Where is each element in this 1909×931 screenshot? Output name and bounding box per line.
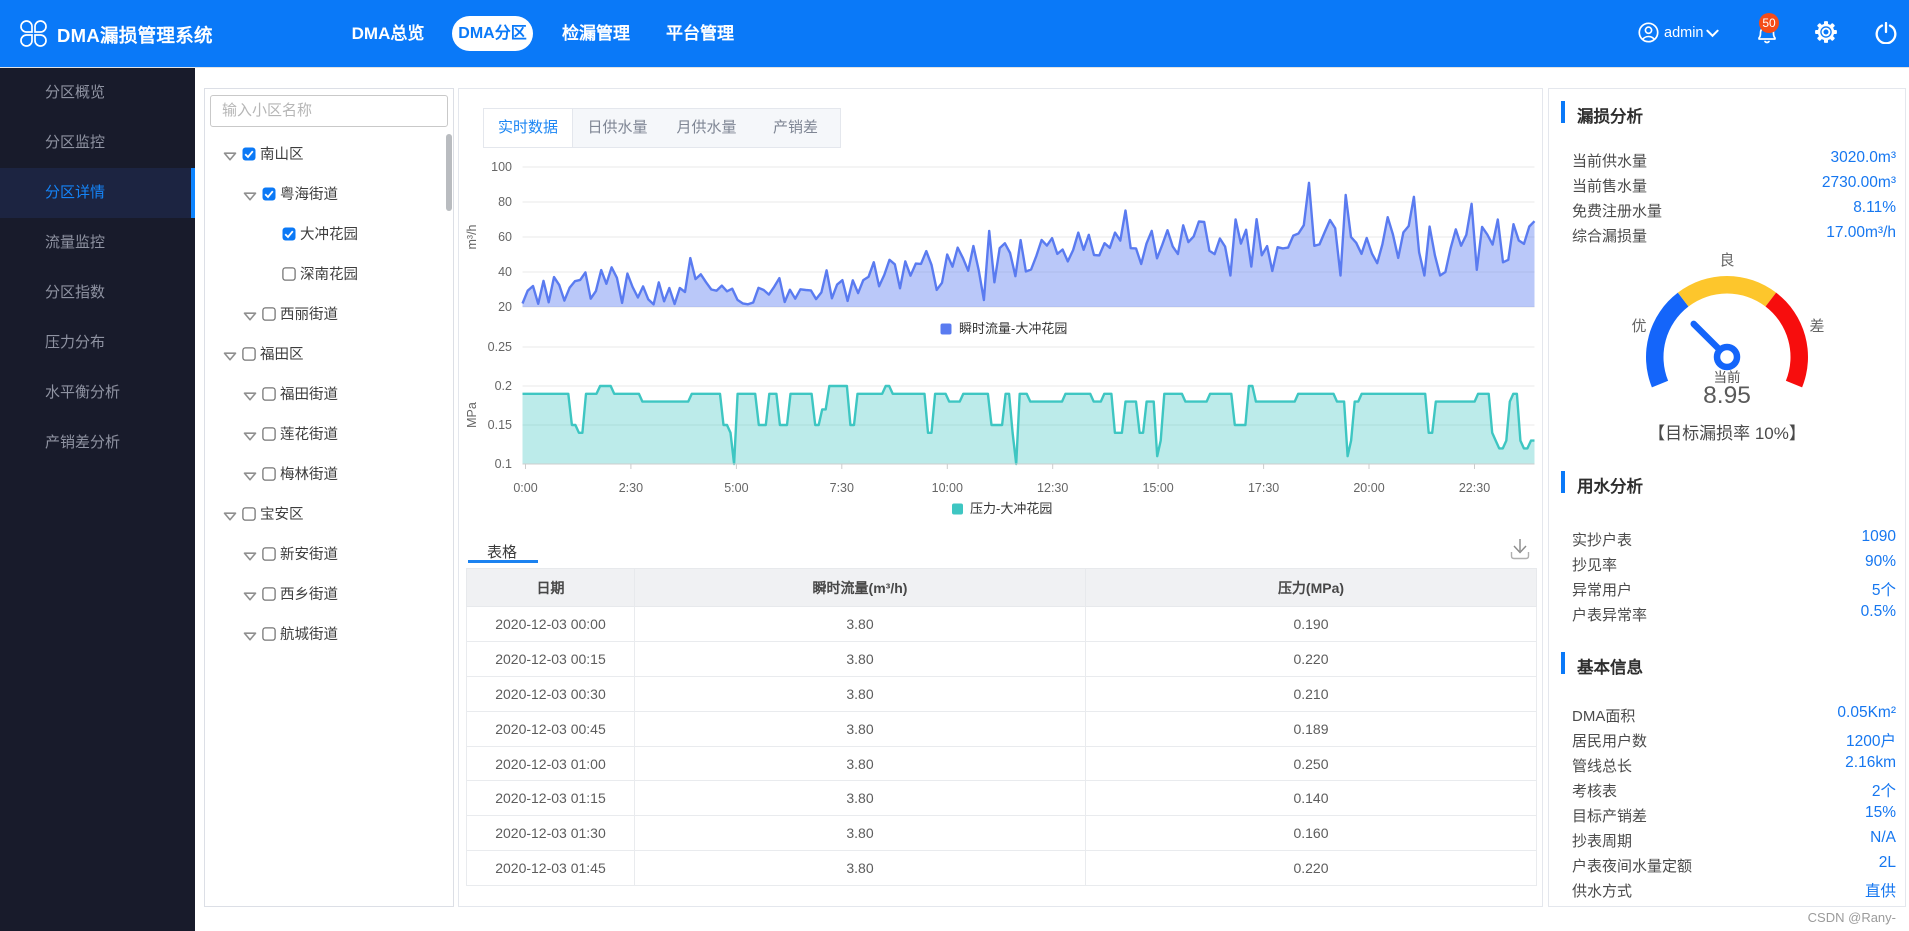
svg-text:2:30: 2:30	[619, 481, 643, 495]
svg-text:压力-大冲花园: 压力-大冲花园	[970, 501, 1052, 516]
svg-text:22:30: 22:30	[1459, 481, 1490, 495]
svg-text:80: 80	[498, 195, 512, 209]
svg-text:20: 20	[498, 300, 512, 314]
svg-text:0.2: 0.2	[495, 379, 512, 393]
svg-text:0.15: 0.15	[488, 418, 512, 432]
svg-text:优: 优	[1631, 318, 1646, 335]
svg-text:0.25: 0.25	[488, 340, 512, 354]
svg-text:0:00: 0:00	[513, 481, 537, 495]
svg-text:5:00: 5:00	[724, 481, 748, 495]
svg-text:20:00: 20:00	[1353, 481, 1384, 495]
svg-text:100: 100	[491, 160, 512, 174]
svg-text:17:30: 17:30	[1248, 481, 1279, 495]
svg-text:良: 良	[1719, 252, 1734, 269]
svg-text:差: 差	[1809, 318, 1824, 335]
svg-text:10:00: 10:00	[932, 481, 963, 495]
svg-text:m³/h: m³/h	[465, 224, 479, 249]
svg-text:0.1: 0.1	[495, 457, 512, 471]
svg-text:15:00: 15:00	[1142, 481, 1173, 495]
svg-text:MPa: MPa	[465, 402, 479, 428]
svg-text:7:30: 7:30	[830, 481, 854, 495]
svg-text:12:30: 12:30	[1037, 481, 1068, 495]
svg-text:40: 40	[498, 265, 512, 279]
svg-text:60: 60	[498, 230, 512, 244]
svg-text:瞬时流量-大冲花园: 瞬时流量-大冲花园	[959, 321, 1067, 336]
